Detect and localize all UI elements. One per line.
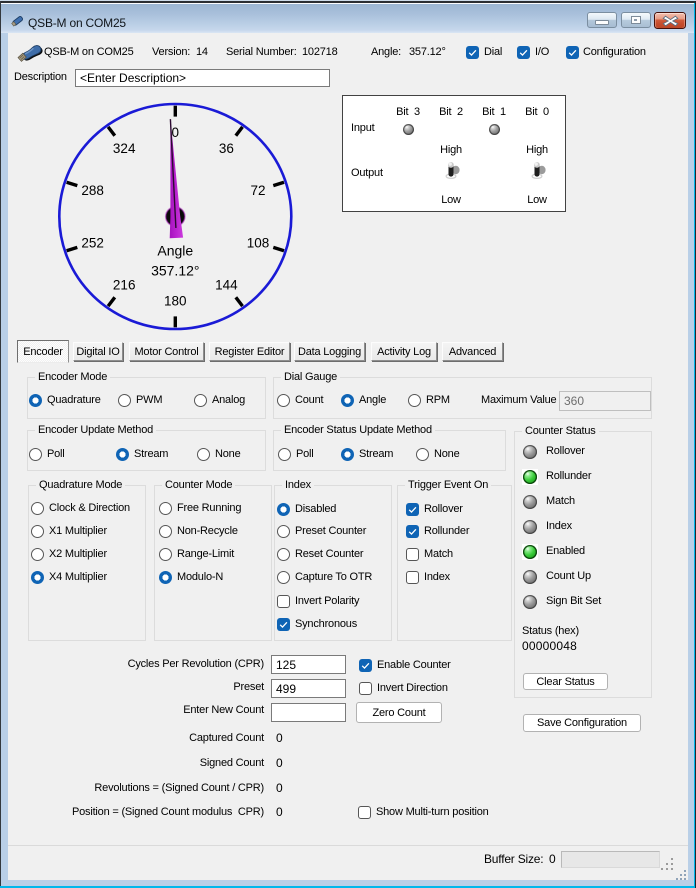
svg-text:216: 216 <box>113 278 136 293</box>
svg-text:324: 324 <box>113 141 136 156</box>
svg-text:36: 36 <box>219 141 234 156</box>
svg-text:108: 108 <box>247 235 270 250</box>
svg-text:144: 144 <box>215 278 238 293</box>
svg-text:0: 0 <box>172 125 180 140</box>
svg-text:357.12°: 357.12° <box>151 263 199 279</box>
svg-text:180: 180 <box>164 294 187 309</box>
svg-text:Angle: Angle <box>157 243 193 259</box>
svg-text:288: 288 <box>81 183 104 198</box>
svg-text:72: 72 <box>250 183 265 198</box>
svg-text:252: 252 <box>81 235 104 250</box>
